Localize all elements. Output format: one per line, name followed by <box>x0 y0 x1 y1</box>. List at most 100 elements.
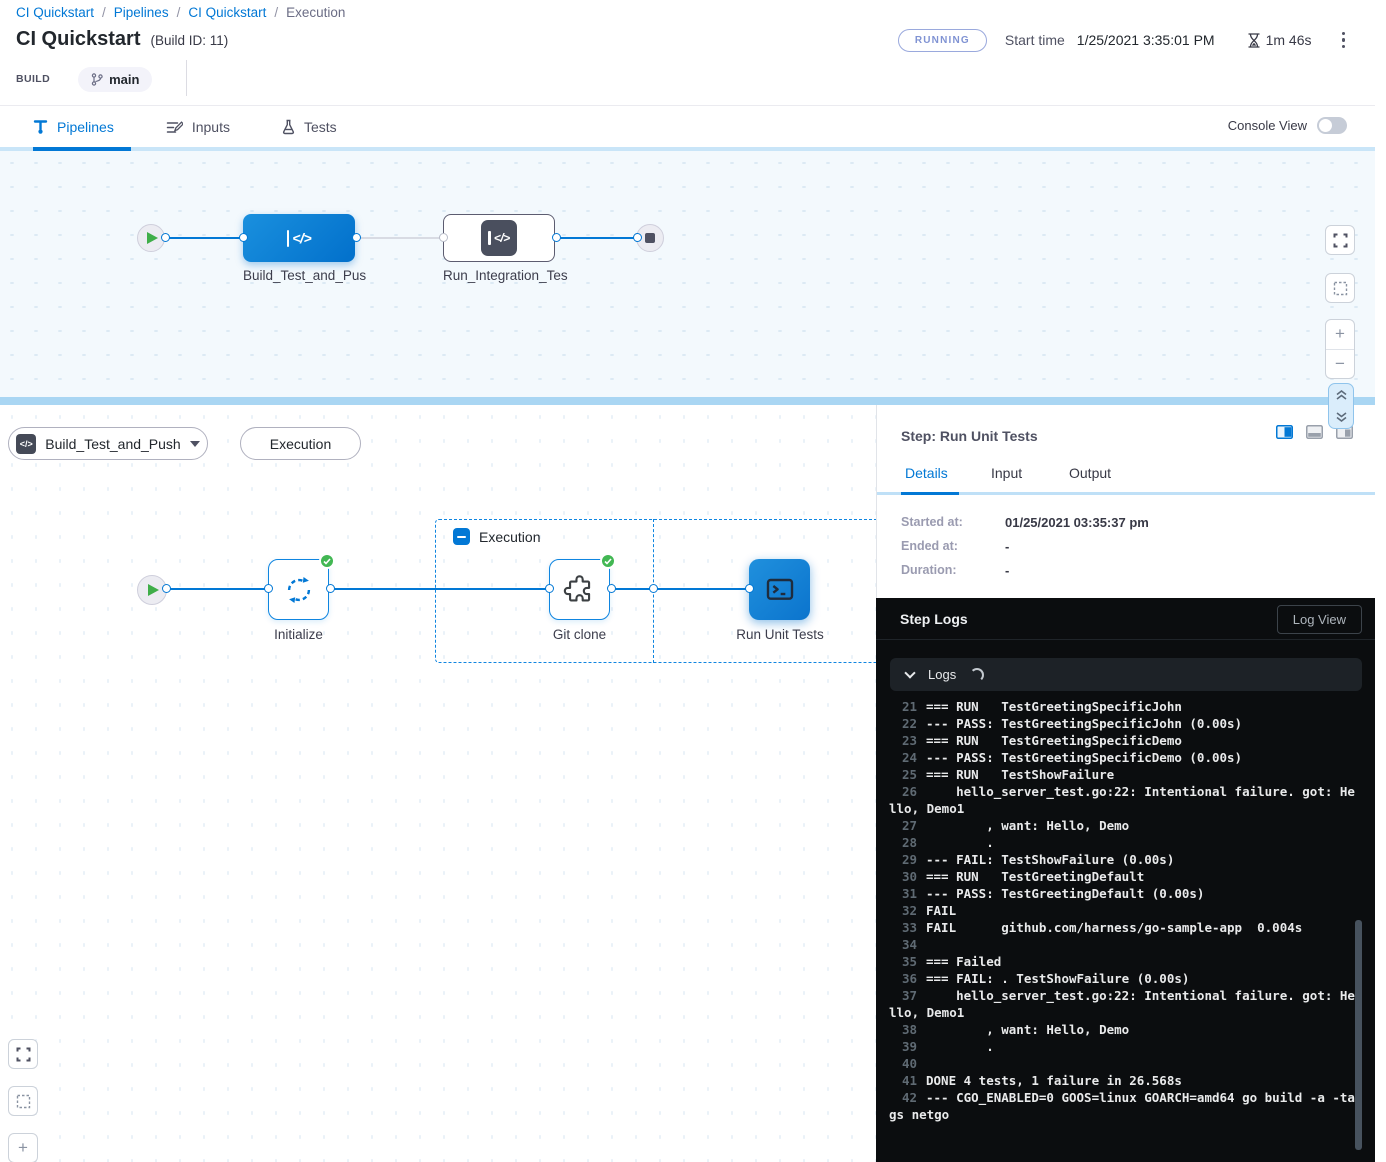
start-time-label: Start time <box>1005 32 1065 48</box>
tab-label: Inputs <box>192 119 230 135</box>
log-view-button[interactable]: Log View <box>1277 605 1362 634</box>
execution-canvas[interactable]: </> Build_Test_and_Push Execution Execut… <box>0 405 876 1162</box>
detail-row-started-at: Started at: 01/25/2021 03:35:37 pm <box>901 515 1149 530</box>
execution-button-label: Execution <box>270 436 331 452</box>
canvas-fullscreen-button[interactable] <box>8 1039 38 1069</box>
breadcrumb-link-pipeline-2[interactable]: CI Quickstart <box>188 5 266 20</box>
canvas-fullscreen-button[interactable] <box>1325 225 1355 255</box>
branch-chip[interactable]: main <box>78 67 152 92</box>
collapse-group-button[interactable] <box>453 528 470 545</box>
log-line: 21=== RUN TestGreetingSpecificJohn <box>889 698 1357 715</box>
tab-inputs[interactable]: Inputs <box>166 106 230 148</box>
flask-icon <box>282 119 295 135</box>
log-line: 41DONE 4 tests, 1 failure in 26.568s <box>889 1072 1357 1089</box>
breadcrumb-separator: / <box>274 5 278 20</box>
fullscreen-icon <box>16 1047 31 1062</box>
edge <box>331 588 551 590</box>
step-node-git-clone[interactable] <box>549 559 610 620</box>
fullscreen-icon <box>1333 233 1348 248</box>
log-line: 40 <box>889 1055 1357 1072</box>
page-title: CI Quickstart <box>16 28 140 51</box>
panel-expand-collapse[interactable] <box>1328 383 1354 429</box>
tab-tests[interactable]: Tests <box>282 106 337 148</box>
logs-section-label: Logs <box>928 667 956 682</box>
step-panel-tabs: Details Input Output <box>877 463 1375 495</box>
log-line: 42--- CGO_ENABLED=0 GOOS=linux GOARCH=am… <box>889 1089 1357 1123</box>
step-node-label: Git clone <box>549 627 610 642</box>
layout-bottom-button[interactable] <box>1306 425 1323 439</box>
execution-group-label: Execution <box>479 529 540 545</box>
code-icon: </> <box>287 230 311 247</box>
more-options-menu[interactable] <box>1336 28 1352 53</box>
build-label: BUILD <box>16 73 50 85</box>
console-view-toggle[interactable] <box>1317 117 1347 134</box>
detail-label: Duration: <box>901 563 1005 578</box>
elapsed-time: 1m 46s <box>1266 32 1312 48</box>
initialize-sync-icon <box>282 573 316 607</box>
canvas-select-button[interactable] <box>1325 273 1355 303</box>
branch-name: main <box>109 72 139 87</box>
stage-node-label: Build_Test_and_Pus <box>243 268 355 283</box>
tab-label: Tests <box>304 119 337 135</box>
log-line: 31--- PASS: TestGreetingDefault (0.00s) <box>889 885 1357 902</box>
zoom-in-button[interactable]: + <box>8 1133 38 1162</box>
console-view-label: Console View <box>1228 118 1307 133</box>
play-icon <box>147 232 158 244</box>
success-check-icon <box>319 553 335 569</box>
log-line: 39 . <box>889 1038 1357 1055</box>
log-scrollbar[interactable] <box>1355 920 1362 1150</box>
breadcrumb-link-pipeline[interactable]: CI Quickstart <box>16 5 94 20</box>
log-line: 27 , want: Hello, Demo <box>889 817 1357 834</box>
log-line: 28 . <box>889 834 1357 851</box>
breadcrumb-link-pipelines[interactable]: Pipelines <box>114 5 169 20</box>
step-logs-panel: Step Logs Log View Logs 21=== RUN TestGr… <box>876 598 1375 1162</box>
log-line: 29--- FAIL: TestShowFailure (0.00s) <box>889 851 1357 868</box>
stage-node-build-test-and-push[interactable]: </> <box>243 214 355 262</box>
marquee-select-icon <box>1333 281 1348 296</box>
tab-details[interactable]: Details <box>905 465 948 481</box>
chevrons-down-icon <box>1335 410 1348 424</box>
step-node-initialize[interactable] <box>268 559 329 620</box>
canvas-divider[interactable] <box>0 397 1375 405</box>
active-tab-underline <box>901 492 959 495</box>
app-frame: CI Quickstart / Pipelines / CI Quickstar… <box>0 0 1386 1162</box>
execution-view-button[interactable]: Execution <box>240 427 361 460</box>
step-logs-header: Step Logs Log View <box>876 598 1375 640</box>
page-header: CI Quickstart / Pipelines / CI Quickstar… <box>0 0 1375 105</box>
step-panel-title: Step: Run Unit Tests <box>901 428 1038 444</box>
logs-accordion-header[interactable]: Logs <box>890 658 1362 691</box>
tab-output[interactable]: Output <box>1069 465 1111 481</box>
detail-row-duration: Duration: - <box>901 563 1149 578</box>
zoom-out-button[interactable]: − <box>1326 350 1354 379</box>
chevron-down-icon <box>190 441 200 447</box>
zoom-in-button[interactable]: + <box>1326 320 1354 350</box>
tab-pipelines[interactable]: Pipelines <box>33 106 114 148</box>
canvas-select-button[interactable] <box>8 1086 38 1116</box>
log-line: 32FAIL <box>889 902 1357 919</box>
git-branch-icon <box>91 73 103 86</box>
code-icon: </> <box>481 220 517 256</box>
pipeline-canvas[interactable]: </> Build_Test_and_Pus </> Run_Integrati… <box>0 151 1375 397</box>
log-lines: 21=== RUN TestGreetingSpecificJohn22--- … <box>889 698 1357 1150</box>
detail-value: - <box>1005 539 1009 554</box>
marquee-select-icon <box>16 1094 31 1109</box>
stage-selector-dropdown[interactable]: </> Build_Test_and_Push <box>8 427 208 460</box>
step-logs-title: Step Logs <box>900 611 968 627</box>
log-line: 38 , want: Hello, Demo <box>889 1021 1357 1038</box>
step-node-run-unit-tests[interactable] <box>749 559 810 620</box>
active-tab-underline <box>33 147 131 151</box>
edge <box>557 237 639 239</box>
stage-node-run-integration-tests[interactable]: </> <box>443 214 555 262</box>
build-id-label: (Build ID: 11) <box>150 33 228 48</box>
edge <box>165 237 245 239</box>
zoom-controls: + − <box>1325 319 1355 379</box>
layout-split-right-button[interactable] <box>1276 425 1293 439</box>
tab-input[interactable]: Input <box>991 465 1022 481</box>
stage-node-label: Run_Integration_Tes <box>443 268 561 283</box>
code-icon: </> <box>16 434 36 454</box>
main-tabbar: Pipelines Inputs Tests Console View <box>0 105 1375 151</box>
log-line: 33FAIL github.com/harness/go-sample-app … <box>889 919 1357 936</box>
chevrons-up-icon <box>1335 388 1348 402</box>
log-line: 35=== Failed <box>889 953 1357 970</box>
log-line: 37 hello_server_test.go:22: Intentional … <box>889 987 1357 1021</box>
